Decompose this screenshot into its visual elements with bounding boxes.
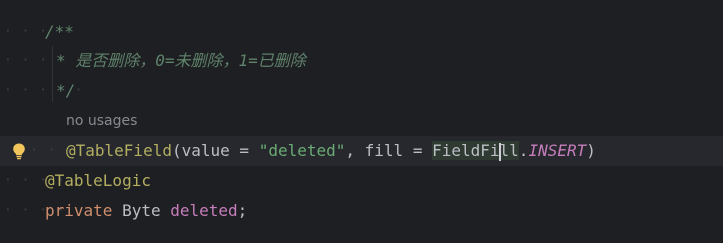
class-name-part-b: ll [499,141,519,160]
code-line-5[interactable]: · · · · @TableLogic [0,166,723,196]
javadoc-close: */ [56,81,76,100]
dot: . [518,141,529,160]
class-name-part-a: FieldFi [432,141,500,160]
javadoc-text: * 是否删除，0=未删除，1=已删除 [56,51,306,70]
inlay-hint-line: no usages [0,106,723,136]
javadoc-open: /** [45,22,74,41]
keyword-private: private [45,201,113,220]
close-paren: ) [586,141,596,160]
code-line-4[interactable]: · · · · · @TableField(value = "deleted",… [0,136,723,166]
code-line-2[interactable]: · · · · · * 是否删除，0=未删除，1=已删除 [0,46,723,76]
usages-hint[interactable]: no usages [66,106,137,136]
code-line-1[interactable]: · · · · /** [0,17,723,47]
equals-sign: = [229,141,259,160]
string-literal[interactable]: "deleted" [259,141,346,160]
open-paren: ( [171,141,182,160]
annotation-table-logic[interactable]: @TableLogic [45,166,151,196]
semicolon: ; [237,201,248,220]
code-editor[interactable]: · · · · /** · · · · · * 是否删除，0=未删除，1=已删除… [0,0,723,243]
annotation-name[interactable]: @TableField [66,141,172,160]
type-byte[interactable]: Byte [112,201,170,220]
code-line-6[interactable]: · · · · private Byte deleted; [0,196,723,226]
lightbulb-icon[interactable] [10,142,28,160]
whitespace-dots: · · · · · [4,83,93,98]
field-name[interactable]: deleted [170,201,237,220]
field-declaration: private Byte deleted; [45,196,247,226]
param-value[interactable]: value [182,141,230,160]
annotation-statement: @TableField(value = "deleted", fill = Fi… [66,136,596,166]
code-line-3[interactable]: · · · · · */ [0,76,723,106]
comma: , [345,141,365,160]
param-fill[interactable]: fill [365,141,404,160]
enum-constant[interactable]: INSERT [528,141,586,160]
equals-sign: = [403,141,433,160]
class-reference[interactable]: FieldFill [432,141,519,161]
